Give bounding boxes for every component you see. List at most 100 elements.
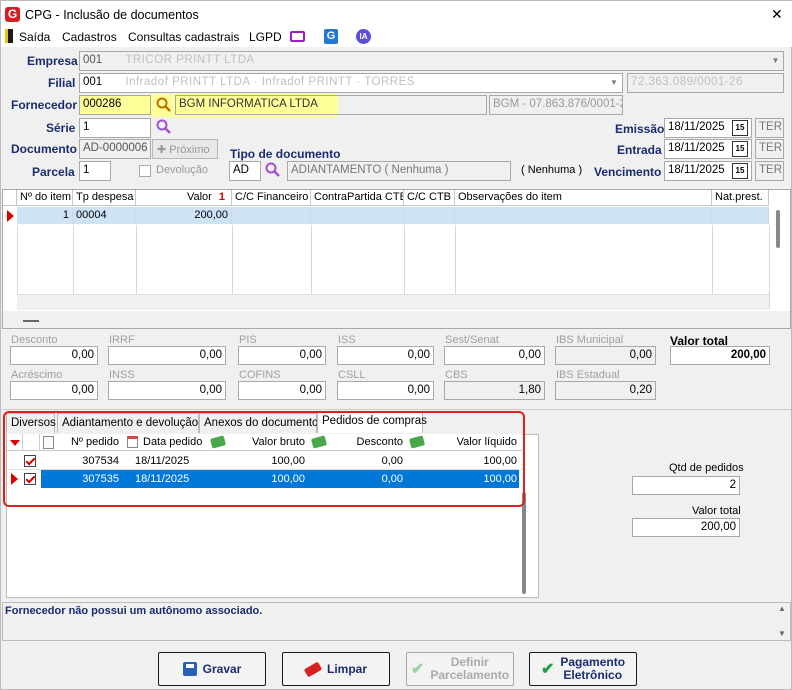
menu-item-lgpd[interactable]: LGPD bbox=[249, 30, 282, 44]
items-grid[interactable]: Nº do item Tp despesa Valor 1 C/C Financ… bbox=[2, 189, 791, 329]
parcela-input[interactable]: 1 bbox=[79, 161, 111, 181]
items-header-indicator bbox=[3, 190, 17, 206]
menu-item-cadastros[interactable]: Cadastros bbox=[62, 30, 117, 44]
status-message: Fornecedor não possui um autônomo associ… bbox=[5, 605, 263, 617]
proximo-button[interactable]: ✚ Próximo bbox=[152, 139, 218, 159]
orders-total-label: Valor total bbox=[692, 505, 741, 517]
check-icon: ✔ bbox=[410, 660, 425, 678]
close-icon[interactable]: ✕ bbox=[771, 6, 783, 23]
vencimento-dow: TER bbox=[755, 161, 784, 181]
col-contrapartida[interactable]: ContraPartida CTB bbox=[311, 190, 404, 206]
serie-input[interactable]: 1 bbox=[79, 118, 151, 138]
status-scroll-down-icon[interactable]: ▼ bbox=[778, 629, 786, 638]
plus-icon: ✚ bbox=[157, 144, 167, 156]
empresa-label: Empresa bbox=[27, 54, 78, 68]
serie-search-icon[interactable] bbox=[156, 119, 172, 138]
empresa-name: TRICOR PRINTT LTDA bbox=[125, 54, 255, 66]
filial-code: 001 bbox=[83, 76, 103, 88]
g-logo-icon[interactable]: G bbox=[324, 29, 338, 44]
csll-input[interactable]: 0,00 bbox=[337, 381, 434, 400]
desconto-label: Desconto bbox=[11, 334, 58, 346]
col-valor[interactable]: Valor 1 bbox=[136, 190, 232, 206]
items-hscrollbar[interactable] bbox=[17, 294, 769, 310]
entrada-dow: TER bbox=[755, 139, 784, 159]
ibs-mun-input: 0,00 bbox=[555, 346, 656, 365]
documento-input[interactable]: AD-0000006 bbox=[79, 139, 151, 159]
devolucao-checkbox[interactable] bbox=[139, 165, 151, 177]
filial-field[interactable]: 001 Infradof PRINTT LTDA · Infradof PRIN… bbox=[79, 73, 623, 93]
cofins-input[interactable]: 0,00 bbox=[238, 381, 326, 400]
emissao-label: Emissão bbox=[615, 122, 665, 136]
col-cc-ctb[interactable]: C/C CTB bbox=[404, 190, 455, 206]
emissao-dow: TER bbox=[755, 118, 784, 138]
gravar-button[interactable]: Gravar bbox=[158, 652, 266, 686]
status-scroll-up-icon[interactable]: ▲ bbox=[778, 604, 786, 613]
emissao-calendar-icon[interactable]: 15 bbox=[732, 120, 748, 136]
item-cc-ctb bbox=[404, 207, 455, 224]
entrada-calendar-icon[interactable]: 15 bbox=[732, 141, 748, 157]
item-cc-fin bbox=[232, 207, 311, 224]
fornecedor-code-input[interactable]: 000286 bbox=[79, 95, 151, 115]
app-logo-icon: G bbox=[5, 7, 20, 22]
definir-parcelamento-button[interactable]: ✔ Definir Parcelamento bbox=[406, 652, 514, 686]
row-pointer-icon bbox=[7, 210, 14, 222]
tipo-search-icon[interactable] bbox=[265, 162, 281, 181]
inss-input[interactable]: 0,00 bbox=[108, 381, 226, 400]
qtd-pedidos-label: Qtd de pedidos bbox=[669, 462, 744, 474]
orders-vscrollbar[interactable] bbox=[522, 492, 526, 594]
col-nr-item[interactable]: Nº do item bbox=[17, 190, 73, 206]
item-valor: 200,00 bbox=[136, 207, 232, 224]
empresa-dropdown-icon[interactable]: ▼ bbox=[768, 52, 783, 70]
monitor-icon[interactable] bbox=[290, 31, 305, 42]
items-vscroll-thumb[interactable] bbox=[776, 210, 780, 248]
footer-dash bbox=[23, 320, 39, 322]
item-nat bbox=[712, 207, 769, 224]
limpar-label: Limpar bbox=[326, 661, 367, 676]
iss-label: ISS bbox=[338, 334, 356, 346]
tipo-desc-field: ADIANTAMENTO ( Nenhuma ) bbox=[287, 161, 511, 181]
fornecedor-search-icon[interactable] bbox=[156, 97, 171, 112]
ibs-mun-label: IBS Municipal bbox=[556, 334, 624, 346]
fornecedor-name-field: BGM INFORMATICA LTDA bbox=[175, 95, 487, 115]
item-nr: 1 bbox=[17, 207, 73, 224]
window-title: CPG - Inclusão de documentos bbox=[25, 8, 199, 22]
proximo-label: Próximo bbox=[169, 144, 210, 156]
table-row[interactable]: 1 00004 200,00 bbox=[3, 207, 769, 225]
items-footer bbox=[3, 311, 790, 328]
item-contrapartida bbox=[311, 207, 404, 224]
col-tp-despesa[interactable]: Tp despesa bbox=[73, 190, 136, 206]
col-nat-prest[interactable]: Nat.prest. bbox=[712, 190, 769, 206]
title-bar: G CPG - Inclusão de documentos ✕ bbox=[1, 1, 792, 29]
empresa-field[interactable]: 001 TRICOR PRINTT LTDA bbox=[79, 51, 784, 71]
csll-label: CSLL bbox=[338, 369, 366, 381]
menu-item-consultas[interactable]: Consultas cadastrais bbox=[128, 30, 239, 44]
acrescimo-input[interactable]: 0,00 bbox=[10, 381, 98, 400]
col-observacoes[interactable]: Observações do item bbox=[455, 190, 712, 206]
irrf-input[interactable]: 0,00 bbox=[108, 346, 226, 365]
orders-total-input: 200,00 bbox=[632, 518, 740, 537]
sest-input[interactable]: 0,00 bbox=[444, 346, 545, 365]
serie-label: Série bbox=[46, 121, 76, 135]
eraser-icon bbox=[303, 661, 323, 677]
exit-icon bbox=[5, 29, 13, 43]
pis-input[interactable]: 0,00 bbox=[238, 346, 326, 365]
vencimento-label: Vencimento bbox=[594, 165, 662, 179]
item-obs bbox=[455, 207, 712, 224]
tipo-code-input[interactable]: AD bbox=[229, 161, 261, 181]
filial-dropdown-icon[interactable]: ▼ bbox=[606, 74, 622, 92]
limpar-button[interactable]: Limpar bbox=[282, 652, 390, 686]
valor-total-input: 200,00 bbox=[670, 346, 770, 365]
filial-doc-field: 72.363.089/0001-26 bbox=[627, 73, 784, 93]
desconto-input[interactable]: 0,00 bbox=[10, 346, 98, 365]
vencimento-calendar-icon[interactable]: 15 bbox=[732, 163, 748, 179]
col-cc-financeiro[interactable]: C/C Financeiro bbox=[232, 190, 311, 206]
menu-item-saida[interactable]: Saída bbox=[19, 30, 50, 44]
filial-doc: 72.363.089/0001-26 bbox=[631, 76, 743, 88]
iss-input[interactable]: 0,00 bbox=[337, 346, 434, 365]
ia-icon[interactable]: IA bbox=[356, 29, 371, 44]
filial-name: Infradof PRINTT LTDA · Infradof PRINTT ·… bbox=[125, 76, 415, 88]
pagamento-eletronico-button[interactable]: ✔ Pagamento Eletrônico bbox=[529, 652, 637, 686]
filial-label: Filial bbox=[48, 76, 76, 90]
item-tp: 00004 bbox=[73, 207, 136, 224]
parcela-label: Parcela bbox=[32, 165, 75, 179]
